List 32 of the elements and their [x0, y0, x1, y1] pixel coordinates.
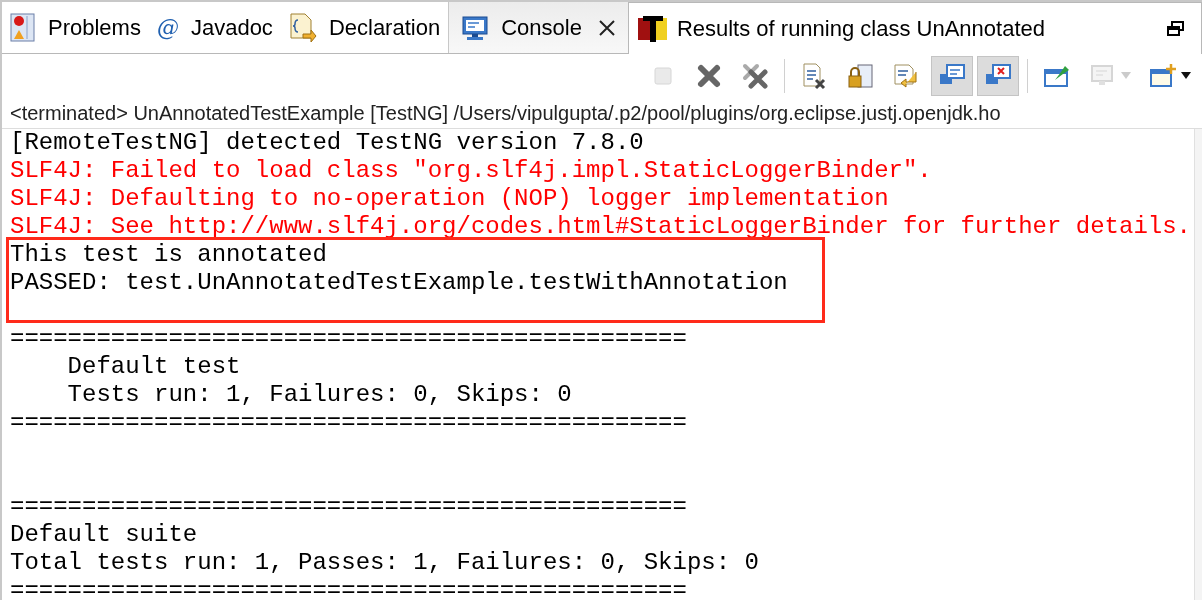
- document-x-icon: [800, 62, 828, 90]
- toolbar-button[interactable]: [977, 56, 1019, 96]
- restore-icon[interactable]: [1167, 20, 1185, 37]
- console-line: ===============================================: [10, 577, 687, 600]
- console-line: ===============================================: [10, 409, 687, 436]
- console-line: SLF4J: Defaulting to no-operation (NOP) logger implementation: [10, 185, 889, 212]
- console-line: Tests run: 1, Failures: 0, Skips: 0: [66, 381, 572, 408]
- console-line: SLF4J: Failed to load class "org.slf4j.impl.StaticLoggerBinder".: [10, 157, 932, 184]
- padlock-icon: [846, 62, 874, 90]
- console-line: Default suite: [10, 521, 198, 548]
- console-line: This test is annotated: [10, 241, 327, 268]
- problems-icon: [10, 12, 36, 43]
- monitor-icon: [461, 13, 490, 42]
- toolbar-button[interactable]: [931, 56, 973, 96]
- double-x-icon: [741, 62, 769, 90]
- tab[interactable]: Console: [448, 2, 628, 53]
- testng-icon: [636, 13, 669, 44]
- document-arrow-icon: [892, 62, 920, 90]
- close-icon: [695, 62, 723, 90]
- process-label: <terminated> UnAnnotatedTestExample [TestNG] /Users/vipulgupta/.p2/pool/plugins/org.eclipse.justj.openjdk.ho: [10, 101, 1001, 126]
- results-tab[interactable]: Results of running class UnAnnotated: [627, 2, 1202, 54]
- close-icon[interactable]: [597, 18, 616, 37]
- console-line: [RemoteTestNG] detected TestNG version 7.8.0: [10, 129, 644, 156]
- console-line: ===============================================: [10, 325, 687, 352]
- console-line: Default test: [66, 353, 241, 380]
- console-line: SLF4J: See http://www.slf4j.org/codes.html#StaticLoggerBinder for further details.: [10, 213, 1191, 240]
- window-plus-icon: [1149, 62, 1177, 90]
- console-line: Total tests run: 1, Passes: 1, Failures: 0, Skips: 0: [10, 549, 759, 576]
- at-icon: @: [156, 11, 179, 44]
- console-line: PASSED: test.UnAnnotatedTestExample.testWithAnnotation: [10, 269, 788, 296]
- declaration-icon: [288, 11, 317, 44]
- console-line: ===============================================: [10, 493, 687, 520]
